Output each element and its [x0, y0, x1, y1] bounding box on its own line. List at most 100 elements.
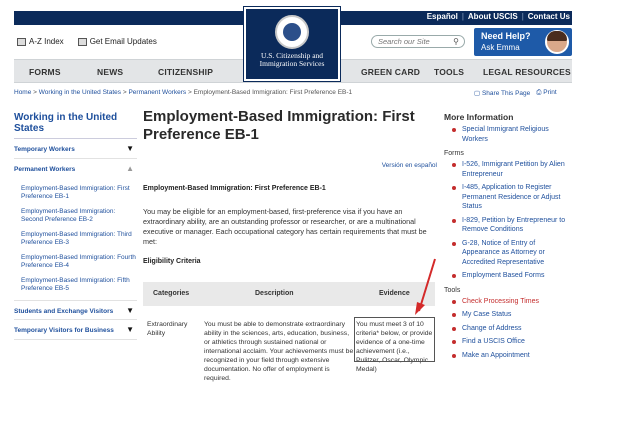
list-item-label: I-526, Immigrant Petition by Alien Entre…: [462, 161, 565, 178]
nav-item-legal-resources[interactable]: LEGAL RESOURCES: [483, 67, 571, 77]
bullet-icon: [452, 163, 456, 167]
sidebar-subitem-eb3[interactable]: Employment-Based Immigration: Third Pref…: [21, 231, 137, 247]
intro-paragraph: You may be eligible for an employment-ba…: [143, 207, 427, 246]
search-icon[interactable]: ⚲: [453, 37, 459, 46]
logo-line-2: Immigration Services: [259, 59, 325, 68]
sidebar-subitem-eb1[interactable]: Employment-Based Immigration: First Pref…: [21, 185, 137, 201]
bullet-icon: [452, 340, 456, 344]
sidebar-item-temporary-workers[interactable]: Temporary Workers ▼: [14, 139, 137, 159]
list-item[interactable]: Change of Address: [444, 324, 572, 334]
dhs-seal-icon: [275, 15, 309, 49]
az-index-icon: [17, 37, 26, 46]
sidebar-subitem-eb5[interactable]: Employment-Based Immigration: Fifth Pref…: [21, 277, 137, 293]
breadcrumb-permanent[interactable]: Permanent Workers: [128, 89, 186, 96]
list-item-label: Check Processing Times: [462, 297, 540, 305]
search-placeholder: Search our Site: [378, 37, 430, 46]
search-input[interactable]: Search our Site ⚲: [371, 35, 465, 48]
chevron-down-icon[interactable]: ▼: [126, 325, 134, 334]
col-header-description: Description: [255, 290, 294, 297]
eligibility-heading: Eligibility Criteria: [143, 258, 201, 265]
sidebar-item-label: Students and Exchange Visitors: [14, 308, 114, 315]
chevron-up-icon[interactable]: ▲: [126, 164, 134, 173]
email-icon: [77, 37, 87, 46]
spanish-version-link[interactable]: Versión en español: [382, 162, 437, 169]
list-item[interactable]: My Case Status: [444, 310, 572, 320]
list-item[interactable]: G-28, Notice of Entry of Appearance as A…: [444, 239, 572, 268]
list-item[interactable]: Make an Appointment: [444, 351, 572, 361]
tools-list: Check Processing Times My Case Status Ch…: [444, 297, 572, 361]
sidebar-item-permanent-workers[interactable]: Permanent Workers ▲: [14, 159, 137, 179]
list-item[interactable]: I-526, Immigrant Petition by Alien Entre…: [444, 160, 572, 179]
sidebar-subitem-eb4[interactable]: Employment-Based Immigration: Fourth Pre…: [21, 254, 137, 270]
nav-item-forms[interactable]: FORMS: [29, 67, 61, 77]
bullet-icon: [452, 274, 456, 278]
page-title: Employment-Based Immigration: First Pref…: [143, 108, 415, 143]
annotation-arrow-icon: [415, 258, 436, 315]
sidebar-title[interactable]: Working in the United States: [14, 112, 137, 139]
top-link-contact[interactable]: Contact Us: [528, 12, 570, 21]
bullet-icon: [452, 353, 456, 358]
list-item-label: Change of Address: [462, 324, 522, 332]
top-links: Español | About USCIS | Contact Us: [427, 12, 570, 21]
bullet-icon: [452, 313, 456, 317]
nav-item-citizenship[interactable]: CITIZENSHIP: [158, 67, 213, 77]
list-item[interactable]: Find a USCIS Office: [444, 337, 572, 347]
chevron-down-icon[interactable]: ▼: [126, 144, 134, 153]
print-link[interactable]: ⎙ Print: [536, 89, 556, 97]
right-sidebar: More Information Special Immigrant Relig…: [444, 112, 572, 364]
sidebar-item-label: Temporary Visitors for Business: [14, 327, 114, 334]
email-updates-link[interactable]: Get Email Updates: [77, 37, 157, 46]
email-updates-label: Get Email Updates: [89, 37, 157, 46]
need-help-button[interactable]: Need Help? Ask Emma: [474, 28, 572, 56]
nav-item-tools[interactable]: TOOLS: [434, 67, 464, 77]
separator: |: [461, 12, 464, 21]
list-item-label: I-829, Petition by Entrepreneur to Remov…: [462, 216, 566, 234]
breadcrumb-home[interactable]: Home: [14, 89, 31, 96]
utility-links: A-Z Index Get Email Updates: [17, 37, 157, 46]
more-information-list: Special Immigrant Religious Workers: [444, 125, 572, 144]
breadcrumb: Home > Working in the United States > Pe…: [14, 89, 352, 96]
page-actions: ▢ Share This Page ⎙ Print: [474, 89, 557, 97]
left-sidebar: Working in the United States Temporary W…: [14, 112, 137, 340]
breadcrumb-sep: >: [31, 89, 39, 96]
sidebar-item-temporary-visitors[interactable]: Temporary Visitors for Business ▼: [14, 320, 137, 340]
breadcrumb-working[interactable]: Working in the United States: [39, 89, 121, 96]
print-label: Print: [543, 89, 557, 96]
need-help-subtitle: Ask Emma: [481, 43, 520, 52]
forms-heading: Forms: [444, 150, 464, 157]
main-content: Employment-Based Immigration: First Pref…: [143, 108, 437, 265]
list-item-label: G-28, Notice of Entry of Appearance as A…: [462, 239, 545, 266]
list-item[interactable]: Check Processing Times: [444, 297, 572, 307]
sidebar-subitem-eb2[interactable]: Employment-Based Immigration: Second Pre…: [21, 208, 137, 224]
breadcrumb-sep: >: [186, 89, 194, 96]
list-item[interactable]: I-485, Application to Register Permanent…: [444, 183, 572, 212]
chevron-down-icon[interactable]: ▼: [126, 306, 134, 315]
nav-item-news[interactable]: NEWS: [97, 67, 123, 77]
sidebar-item-students[interactable]: Students and Exchange Visitors ▼: [14, 300, 137, 320]
bullet-icon: [452, 326, 456, 331]
bullet-icon: [452, 299, 456, 304]
sidebar-item-label: Permanent Workers: [14, 166, 76, 173]
list-item[interactable]: Employment Based Forms: [444, 271, 572, 281]
separator: |: [521, 12, 524, 21]
share-label: Share This Page: [481, 90, 531, 97]
nav-item-green-card[interactable]: GREEN CARD: [361, 67, 420, 77]
print-icon: ⎙: [536, 89, 542, 96]
top-link-about[interactable]: About USCIS: [468, 12, 518, 21]
list-item[interactable]: I-829, Petition by Entrepreneur to Remov…: [444, 216, 572, 235]
section-subheading: Employment-Based Immigration: First Pref…: [143, 185, 326, 192]
az-index-label: A-Z Index: [29, 37, 64, 46]
list-item-label: I-485, Application to Register Permanent…: [462, 184, 561, 210]
az-index-link[interactable]: A-Z Index: [17, 37, 64, 46]
bullet-icon: [452, 241, 456, 246]
table-header: Categories Description Evidence: [143, 282, 435, 306]
top-link-espanol[interactable]: Español: [427, 12, 458, 21]
share-link[interactable]: ▢ Share This Page: [474, 89, 530, 97]
sidebar-item-label: Temporary Workers: [14, 146, 75, 153]
bullet-icon: [452, 186, 456, 190]
forms-list: I-526, Immigrant Petition by Alien Entre…: [444, 160, 572, 281]
list-item[interactable]: Special Immigrant Religious Workers: [444, 125, 572, 144]
table-cell-category: Extraordinary Ability: [147, 321, 188, 337]
uscis-logo[interactable]: U.S. Citizenship and Immigration Service…: [244, 7, 340, 81]
share-icon: ▢: [474, 90, 481, 97]
